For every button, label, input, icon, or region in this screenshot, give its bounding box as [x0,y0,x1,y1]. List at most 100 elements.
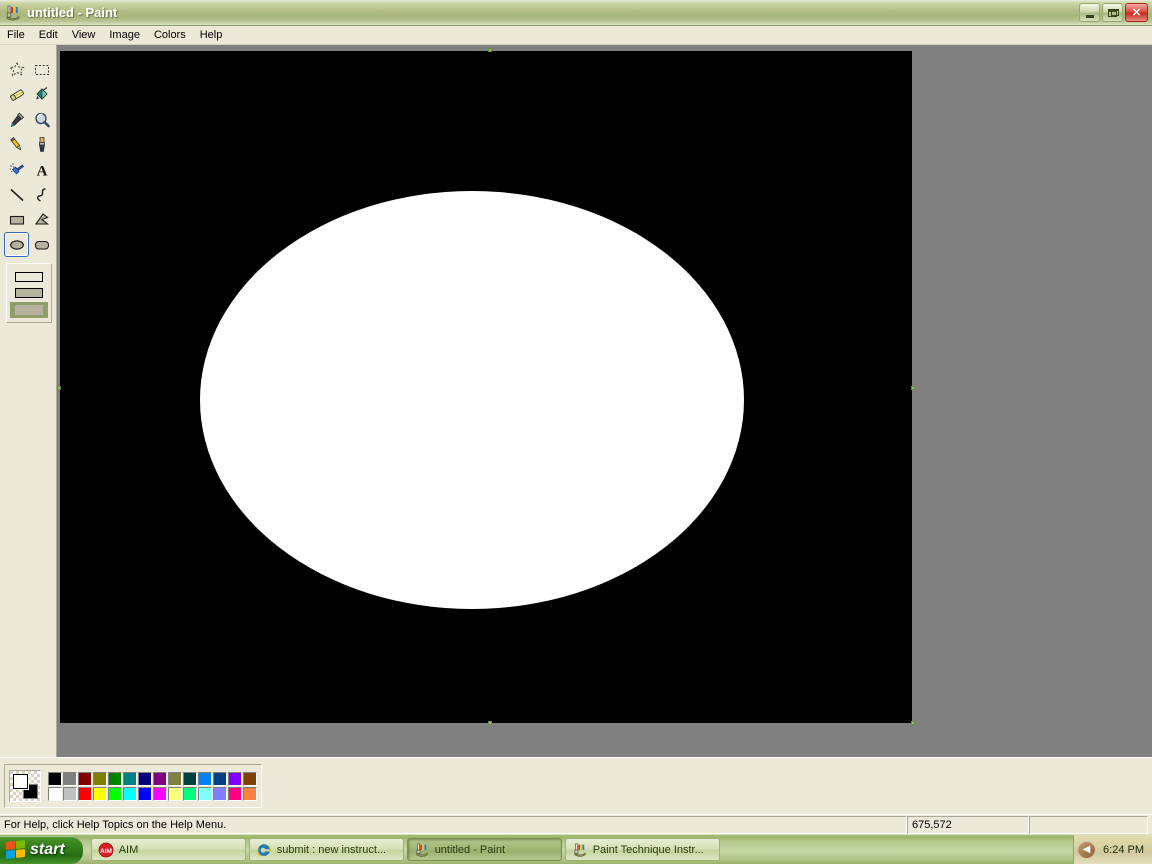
canvas-wrapper [60,51,913,724]
color-swatch[interactable] [213,787,227,801]
status-coordinates: 675,572 [907,816,1029,834]
color-swatch[interactable] [168,787,182,801]
color-swatch-grid [48,772,257,801]
color-swatch[interactable] [93,772,107,786]
desktop: untitled - Paint ✕ File Edit View Image … [0,0,1152,864]
color-swatch[interactable] [63,787,77,801]
minimize-button[interactable] [1079,3,1100,22]
svg-text:AIM: AIM [100,848,112,855]
tool-pencil[interactable] [4,132,29,157]
foreground-background-indicator[interactable] [9,770,41,802]
aim-icon: AIM [98,842,114,858]
menu-view[interactable]: View [65,27,103,44]
restore-button[interactable] [1102,3,1123,22]
window-controls: ✕ [1079,3,1152,22]
paint-icon [414,842,430,858]
tool-polygon[interactable] [29,207,54,232]
color-swatch[interactable] [78,787,92,801]
color-swatch[interactable] [153,772,167,786]
color-swatch[interactable] [123,787,137,801]
tool-line[interactable] [4,182,29,207]
start-button[interactable]: start [0,836,83,864]
color-swatch[interactable] [243,772,257,786]
menu-file[interactable]: File [0,27,32,44]
color-swatch[interactable] [93,787,107,801]
tool-grid: A [4,57,54,257]
window-titlebar: untitled - Paint ✕ [0,0,1152,26]
tool-options-box [6,263,52,323]
resize-handle-bottom-center[interactable] [488,721,492,725]
close-button[interactable]: ✕ [1125,3,1148,22]
tool-text[interactable]: A [29,157,54,182]
drawn-ellipse [200,191,744,609]
color-swatch[interactable] [198,772,212,786]
tool-fill-with-color[interactable] [29,82,54,107]
tool-rounded-rectangle[interactable] [29,232,54,257]
color-swatch[interactable] [78,772,92,786]
tool-ellipse[interactable] [4,232,29,257]
svg-text:A: A [36,163,47,179]
fill-option-outline-and-fill[interactable] [11,286,47,300]
fill-option-outline-only[interactable] [11,270,47,284]
color-swatch[interactable] [48,787,62,801]
window-title: untitled - Paint [27,5,117,20]
tool-free-form-select[interactable] [4,57,29,82]
clock[interactable]: 6:24 PM [1103,844,1144,856]
menu-image[interactable]: Image [102,27,147,44]
color-swatch[interactable] [48,772,62,786]
show-hidden-icons-arrow-icon[interactable]: ◀ [1078,841,1095,858]
resize-handle-middle-right[interactable] [911,386,915,390]
taskbar-item-label: submit : new instruct... [277,844,386,856]
taskbar-item-paint-technique-instr[interactable]: Paint Technique Instr... [565,838,720,861]
tool-airbrush[interactable] [4,157,29,182]
work-area: A [0,45,1152,757]
windows-logo-icon [6,840,25,859]
tool-magnifier[interactable] [29,107,54,132]
color-swatch[interactable] [243,787,257,801]
status-extra [1029,816,1148,834]
start-button-label: start [30,841,65,859]
color-swatch[interactable] [228,787,242,801]
color-swatch[interactable] [153,787,167,801]
resize-handle-bottom-right[interactable] [911,721,915,725]
color-swatch[interactable] [183,772,197,786]
tool-pick-color[interactable] [4,107,29,132]
color-swatch[interactable] [63,772,77,786]
fill-option-fill-only[interactable] [10,302,48,318]
taskbar-item-submit-new-instruct[interactable]: submit : new instruct... [249,838,404,861]
menubar: File Edit View Image Colors Help [0,26,1152,45]
tool-rectangle[interactable] [4,207,29,232]
taskbar-item-aim[interactable]: AIM AIM [91,838,246,861]
color-swatch[interactable] [108,772,122,786]
color-swatch[interactable] [123,772,137,786]
color-swatch[interactable] [108,787,122,801]
resize-handle-middle-left[interactable] [57,386,61,390]
color-swatch[interactable] [183,787,197,801]
menu-colors[interactable]: Colors [147,27,193,44]
paint-canvas[interactable] [60,51,912,723]
tool-curve[interactable] [29,182,54,207]
tool-eraser[interactable] [4,82,29,107]
color-swatch[interactable] [228,772,242,786]
taskbar-item-untitled-paint[interactable]: untitled - Paint [407,838,562,861]
system-tray: ◀ 6:24 PM [1073,835,1152,864]
taskbar: start AIM AIM submi [0,834,1152,864]
tool-brush[interactable] [29,132,54,157]
foreground-color-swatch[interactable] [13,774,28,789]
taskbar-item-label: AIM [119,844,139,856]
internet-explorer-icon [256,842,272,858]
color-swatch[interactable] [138,772,152,786]
menu-help[interactable]: Help [193,27,230,44]
taskbar-item-label: Paint Technique Instr... [593,844,704,856]
statusbar: For Help, click Help Topics on the Help … [0,814,1152,834]
resize-handle-top-center[interactable] [488,48,492,52]
color-swatch[interactable] [198,787,212,801]
menu-edit[interactable]: Edit [32,27,65,44]
tool-rectangular-select[interactable] [29,57,54,82]
color-swatch[interactable] [213,772,227,786]
palette-inner [4,764,262,808]
paint-icon [4,4,22,22]
canvas-region[interactable] [57,45,1152,757]
color-swatch[interactable] [168,772,182,786]
color-swatch[interactable] [138,787,152,801]
